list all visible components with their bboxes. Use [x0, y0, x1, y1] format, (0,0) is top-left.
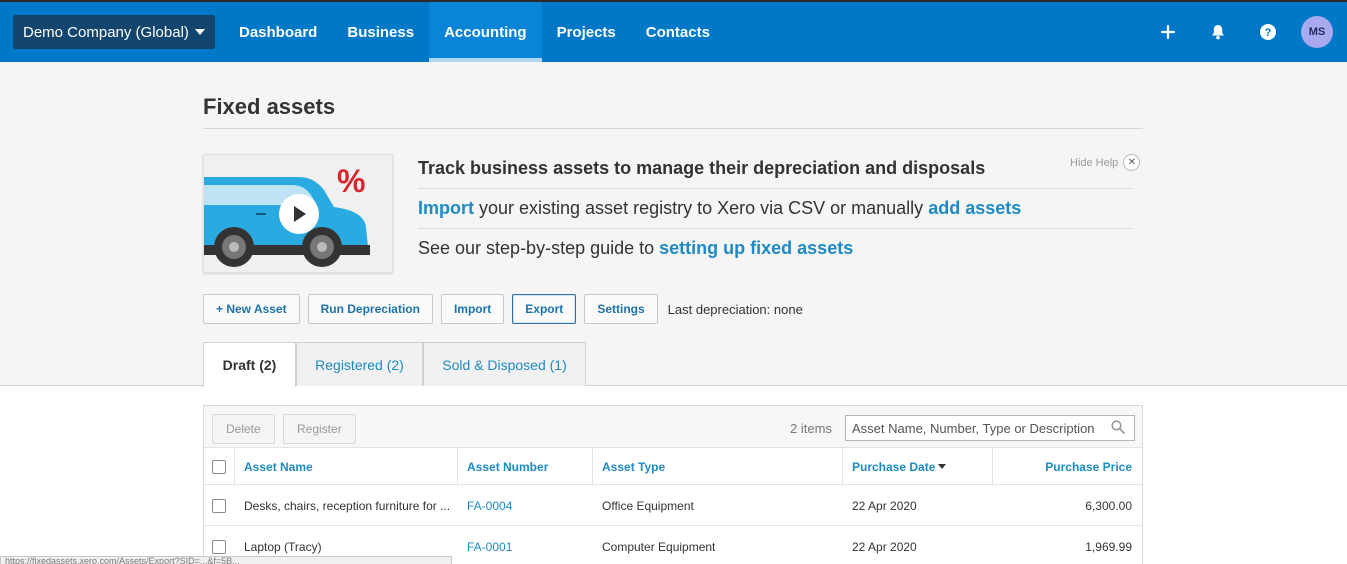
- column-header-asset-type[interactable]: Asset Type: [602, 448, 665, 485]
- help-import-text: your existing asset registry to Xero via…: [474, 198, 929, 218]
- column-header-purchase-price[interactable]: Purchase Price: [992, 448, 1132, 485]
- nav-projects[interactable]: Projects: [542, 2, 631, 62]
- page-title: Fixed assets: [203, 94, 336, 119]
- row-checkbox[interactable]: [212, 540, 226, 554]
- close-icon: ✕: [1123, 154, 1141, 171]
- column-header-asset-number[interactable]: Asset Number: [467, 448, 548, 485]
- asset-type-cell: Office Equipment: [602, 498, 694, 513]
- column-header-asset-name[interactable]: Asset Name: [244, 448, 313, 485]
- table-header: Asset Name Asset Number Asset Type Purch…: [204, 448, 1142, 485]
- column-header-purchase-date[interactable]: Purchase Date: [852, 448, 947, 485]
- tab-sold-disposed[interactable]: Sold & Disposed (1): [423, 342, 586, 386]
- top-navigation-bar: Demo Company (Global) Dashboard Business…: [0, 0, 1347, 62]
- column-divider: [457, 448, 458, 485]
- nav-contacts[interactable]: Contacts: [631, 2, 725, 62]
- purchase-price-cell: 1,969.99: [1085, 539, 1132, 554]
- hide-help-label: Hide Help: [1070, 156, 1119, 169]
- purchase-price-cell: 6,300.00: [1085, 498, 1132, 513]
- add-icon[interactable]: [1143, 2, 1193, 62]
- top-icons: ? MS: [1143, 2, 1333, 62]
- help-guide-line: See our step-by-step guide to setting up…: [418, 238, 853, 259]
- help-headline: Track business assets to manage their de…: [418, 158, 986, 178]
- search-icon[interactable]: [1111, 420, 1125, 439]
- settings-button[interactable]: Settings: [584, 294, 658, 324]
- hide-help-button[interactable]: Hide Help ✕: [1070, 154, 1141, 171]
- title-divider: [203, 128, 1143, 129]
- table-actions-bar: Delete Register 2 items: [204, 406, 1142, 448]
- svg-text:?: ?: [1265, 27, 1272, 39]
- sort-down-icon: [938, 464, 947, 469]
- column-divider: [234, 448, 235, 485]
- select-all-checkbox[interactable]: [212, 460, 226, 474]
- asset-number-cell[interactable]: FA-0001: [467, 526, 512, 564]
- purchase-date-cell: 22 Apr 2020: [852, 498, 917, 513]
- nav-accounting[interactable]: Accounting: [429, 2, 542, 62]
- percent-symbol: %: [337, 163, 366, 199]
- delete-button[interactable]: Delete: [212, 414, 275, 444]
- import-link[interactable]: Import: [418, 198, 474, 218]
- run-depreciation-button[interactable]: Run Depreciation: [307, 294, 433, 324]
- chevron-down-icon: [194, 29, 205, 35]
- asset-type-cell: Computer Equipment: [602, 539, 716, 554]
- last-depreciation-text: Last depreciation: none: [667, 301, 803, 317]
- asset-name-cell[interactable]: Desks, chairs, reception furniture for .…: [244, 485, 456, 526]
- help-import-line: Import your existing asset registry to X…: [418, 198, 1021, 219]
- organisation-switcher[interactable]: Demo Company (Global): [13, 15, 215, 49]
- main-nav: Dashboard Business Accounting Projects C…: [224, 2, 725, 62]
- tab-registered[interactable]: Registered (2): [296, 342, 423, 386]
- items-count: 2 items: [790, 421, 832, 436]
- nav-dashboard[interactable]: Dashboard: [224, 2, 332, 62]
- import-button[interactable]: Import: [440, 294, 505, 324]
- assets-table-panel: Delete Register 2 items Asset Name Asset…: [203, 405, 1143, 564]
- purchase-date-cell: 22 Apr 2020: [852, 539, 917, 554]
- tab-draft[interactable]: Draft (2): [203, 342, 296, 387]
- setup-guide-link[interactable]: setting up fixed assets: [659, 238, 853, 258]
- user-avatar[interactable]: MS: [1301, 16, 1333, 48]
- add-assets-link[interactable]: add assets: [928, 198, 1021, 218]
- help-divider: [418, 188, 1133, 189]
- browser-status-url: https://fixedassets.xero.com/Assets/Expo…: [0, 556, 452, 564]
- help-video-thumbnail[interactable]: %: [203, 154, 393, 273]
- asset-toolbar: + New Asset Run Depreciation Import Expo…: [203, 294, 803, 324]
- column-divider: [592, 448, 593, 485]
- organisation-name: Demo Company (Global): [23, 23, 189, 41]
- help-icon[interactable]: ?: [1243, 2, 1293, 62]
- column-divider: [842, 448, 843, 485]
- table-row[interactable]: Desks, chairs, reception furniture for .…: [204, 485, 1142, 526]
- purchase-date-label: Purchase Date: [852, 459, 936, 474]
- asset-number-cell[interactable]: FA-0004: [467, 485, 512, 526]
- export-button[interactable]: Export: [512, 294, 577, 324]
- notifications-bell-icon[interactable]: [1193, 2, 1243, 62]
- nav-business[interactable]: Business: [332, 2, 429, 62]
- new-asset-button[interactable]: + New Asset: [203, 294, 300, 324]
- register-button[interactable]: Register: [283, 414, 356, 444]
- help-guide-text: See our step-by-step guide to: [418, 238, 660, 258]
- help-divider: [418, 228, 1133, 229]
- row-checkbox[interactable]: [212, 499, 226, 513]
- search-input[interactable]: [845, 415, 1135, 441]
- column-divider: [992, 448, 993, 485]
